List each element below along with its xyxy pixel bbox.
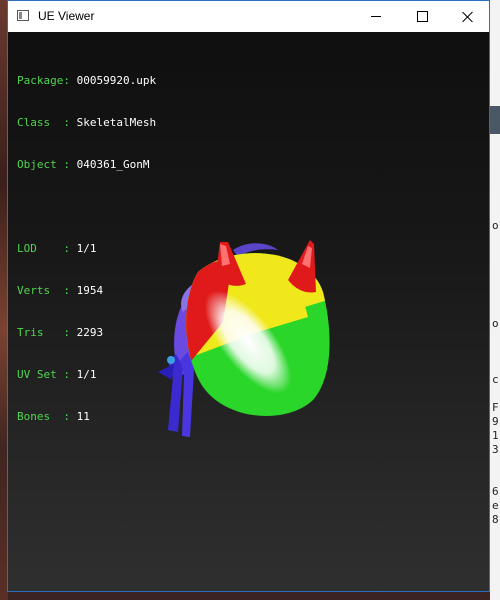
background-char: 1 (492, 429, 499, 442)
app-window-icon[interactable] (17, 10, 29, 21)
info-key: Package (17, 74, 64, 87)
info-value: SkeletalMesh (76, 116, 157, 129)
info-row-class: Class : SkeletalMesh (17, 116, 156, 130)
info-key: LOD (17, 242, 64, 255)
info-key: Verts (17, 284, 64, 297)
info-value: 2293 (76, 326, 104, 339)
info-row-uvset: UV Set : 1/1 (17, 368, 156, 382)
info-key: UV Set (17, 368, 64, 381)
title-bar[interactable]: UE Viewer (8, 1, 489, 32)
info-separator: : (63, 410, 77, 423)
background-char: 8 (492, 513, 499, 526)
info-key: Tris (17, 326, 64, 339)
ue-viewer-window[interactable]: UE Viewer Package: 00059920.upk Class : … (7, 0, 490, 592)
info-row-verts: Verts : 1954 (17, 284, 156, 298)
background-char: 3 (492, 443, 499, 456)
info-row-bones: Bones : 11 (17, 410, 156, 424)
info-value: 040361_GonM (76, 158, 150, 171)
background-char: o (492, 317, 499, 330)
info-key: Object (17, 158, 64, 171)
maximize-button[interactable] (399, 1, 445, 32)
info-key: Bones (17, 410, 64, 423)
info-row-object: Object : 040361_GonM (17, 158, 156, 172)
minimize-button[interactable] (353, 1, 399, 32)
background-char: o (492, 219, 499, 232)
3d-viewport[interactable]: Package: 00059920.upk Class : SkeletalMe… (8, 32, 489, 591)
info-value: 00059920.upk (76, 74, 157, 87)
close-icon (462, 11, 474, 23)
info-separator: : (63, 158, 77, 171)
info-row-lod: LOD : 1/1 (17, 242, 156, 256)
maximize-icon (416, 11, 428, 22)
info-separator: : (63, 326, 77, 339)
background-char: 9 (492, 415, 499, 428)
info-value: 1/1 (76, 368, 97, 381)
info-key: Class (17, 116, 64, 129)
background-window: o o c F 9 1 3 6 e 8 (490, 0, 500, 600)
minimize-icon (371, 16, 381, 17)
info-value: 11 (76, 410, 90, 423)
info-value: 1/1 (76, 242, 97, 255)
skeletal-mesh-render[interactable] (138, 202, 348, 442)
background-char: e (492, 499, 499, 512)
background-window-toolbar (490, 106, 500, 134)
close-button[interactable] (445, 1, 491, 32)
background-char: 6 (492, 485, 499, 498)
info-separator: : (63, 74, 77, 87)
background-char: F (492, 401, 499, 414)
info-row-package: Package: 00059920.upk (17, 74, 156, 88)
info-separator: : (63, 116, 77, 129)
window-title: UE Viewer (38, 9, 95, 23)
info-value: 1954 (76, 284, 104, 297)
background-char: c (492, 373, 499, 386)
info-separator: : (63, 242, 77, 255)
mesh-ribbon (158, 352, 194, 437)
mesh-head (186, 253, 330, 416)
info-separator: : (63, 368, 77, 381)
info-row-tris: Tris : 2293 (17, 326, 156, 340)
mesh-info-overlay: Package: 00059920.upk Class : SkeletalMe… (17, 46, 156, 452)
info-separator: : (63, 284, 77, 297)
